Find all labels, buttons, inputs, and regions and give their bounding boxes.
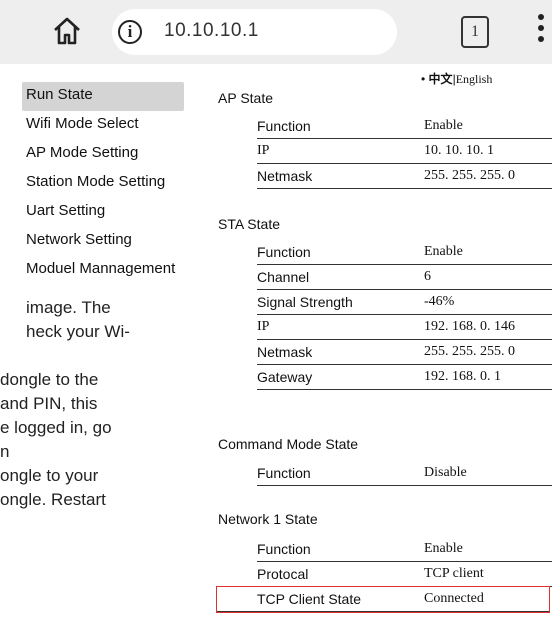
- command-mode-table: Function Disable: [257, 461, 552, 486]
- row-value: Enable: [424, 541, 463, 556]
- background-document-text: image. The heck your Wi- dongle to the a…: [0, 296, 160, 512]
- table-row: Protocal TCP client: [257, 562, 552, 587]
- more-menu-icon[interactable]: [536, 14, 546, 50]
- row-value: 192. 168. 0. 146: [424, 319, 515, 334]
- row-key: Function: [257, 541, 311, 557]
- table-row: Function Enable: [257, 537, 552, 562]
- doc-line: [0, 344, 160, 368]
- table-row: Function Enable: [257, 240, 552, 265]
- url-text[interactable]: 10.10.10.1: [164, 20, 259, 42]
- sidebar-item-uart-setting[interactable]: Uart Setting: [22, 198, 192, 227]
- section-title-network1-state: Network 1 State: [218, 511, 318, 527]
- sidebar-item-station-mode-setting[interactable]: Station Mode Setting: [22, 169, 192, 198]
- tab-count-icon[interactable]: 1: [461, 16, 489, 48]
- bullet-icon: •: [421, 72, 429, 86]
- row-key: Netmask: [257, 344, 313, 360]
- row-value: Enable: [424, 118, 463, 133]
- row-value: Disable: [424, 465, 467, 480]
- row-key: IP: [257, 143, 270, 158]
- section-title-command-mode-state: Command Mode State: [218, 436, 359, 452]
- sta-state-table: Function Enable Channel 6 Signal Strength -…: [257, 240, 552, 390]
- sidebar-item-network-setting[interactable]: Network Setting: [22, 227, 192, 256]
- doc-line: e logged in, go: [0, 418, 112, 437]
- row-value: 192. 168. 0. 1: [424, 369, 501, 384]
- row-key: Channel: [257, 269, 310, 285]
- table-row: IP 192. 168. 0. 146: [257, 315, 552, 340]
- row-value: 10. 10. 10. 1: [424, 143, 494, 158]
- doc-line: ongle. Restart: [0, 490, 106, 509]
- table-row: Function Enable: [257, 114, 552, 139]
- sidebar-item-ap-mode-setting[interactable]: AP Mode Setting: [22, 140, 192, 169]
- row-key: Function: [257, 465, 311, 481]
- lang-en-link[interactable]: English: [456, 72, 493, 86]
- doc-line: dongle to the: [0, 370, 99, 389]
- row-value: 6: [424, 269, 431, 284]
- home-icon[interactable]: [52, 16, 82, 46]
- row-key: Function: [257, 118, 311, 134]
- doc-line: ongle to your: [0, 466, 99, 485]
- doc-line: heck your Wi-: [26, 322, 130, 341]
- doc-line: image. The: [26, 298, 111, 317]
- sidebar-item-run-state[interactable]: Run State: [22, 82, 184, 111]
- row-value: 255. 255. 255. 0: [424, 168, 515, 183]
- sidebar-item-module-management[interactable]: Moduel Mannagement: [22, 256, 192, 285]
- row-key: Netmask: [257, 168, 313, 184]
- row-key: Signal Strength: [257, 294, 353, 310]
- table-row: Netmask 255. 255. 255. 0: [257, 164, 552, 189]
- section-title-ap-state: AP State: [218, 90, 274, 106]
- browser-toolbar: i 10.10.10.1 1: [0, 0, 552, 64]
- row-value: TCP client: [424, 566, 484, 581]
- lang-zh-link[interactable]: 中文: [429, 72, 453, 86]
- language-switch: • 中文|English: [421, 70, 492, 87]
- table-row: Function Disable: [257, 461, 552, 486]
- table-row: Signal Strength -46%: [257, 290, 552, 315]
- row-key: Gateway: [257, 369, 313, 385]
- doc-line: and PIN, this: [0, 394, 98, 413]
- table-row: Channel 6: [257, 265, 552, 290]
- row-key: IP: [257, 319, 270, 334]
- table-row: IP 10. 10. 10. 1: [257, 139, 552, 164]
- sidebar-item-wifi-mode-select[interactable]: Wifi Mode Select: [22, 111, 192, 140]
- sidebar-nav: Run State Wifi Mode Select AP Mode Setti…: [22, 82, 192, 285]
- doc-line: n: [0, 442, 10, 461]
- network1-state-table: Function Enable Protocal TCP client TCP Cl…: [216, 537, 552, 613]
- row-key: Function: [257, 244, 311, 260]
- table-row: Netmask 255. 255. 255. 0: [257, 340, 552, 365]
- row-key: TCP Client State: [257, 591, 362, 607]
- tcp-client-state-row-highlighted: TCP Client State Connected: [216, 586, 550, 613]
- row-value: 255. 255. 255. 0: [424, 344, 515, 359]
- row-value: Enable: [424, 244, 463, 259]
- row-value: -46%: [424, 294, 455, 309]
- site-info-icon[interactable]: i: [118, 20, 142, 44]
- table-row: Gateway 192. 168. 0. 1: [257, 365, 552, 390]
- ap-state-table: Function Enable IP 10. 10. 10. 1 Netmask 25…: [257, 114, 552, 189]
- section-title-sta-state: STA State: [218, 216, 280, 232]
- row-key: Protocal: [257, 566, 309, 582]
- row-value: Connected: [424, 591, 484, 606]
